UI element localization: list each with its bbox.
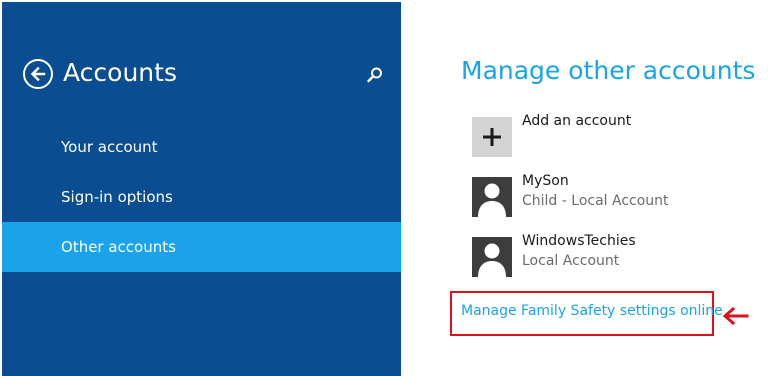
- user-avatar-icon: [472, 237, 512, 277]
- search-button[interactable]: [366, 66, 384, 84]
- sidebar: Accounts Your account Sign-in options Ot…: [2, 2, 401, 376]
- add-account-label: Add an account: [522, 113, 632, 129]
- sidebar-item-your-account[interactable]: Your account: [2, 122, 401, 172]
- search-icon: [367, 67, 382, 83]
- avatar: [472, 237, 512, 277]
- page-title: Manage other accounts: [461, 56, 756, 85]
- account-name: MySon: [522, 173, 569, 189]
- add-account-tile: [472, 117, 512, 157]
- sidebar-item-other-accounts[interactable]: Other accounts: [2, 222, 401, 272]
- back-button[interactable]: [23, 59, 53, 89]
- back-arrow-icon: [30, 66, 46, 82]
- sidebar-item-label: Sign-in options: [61, 188, 173, 206]
- user-avatar-icon: [472, 177, 512, 217]
- sidebar-item-sign-in-options[interactable]: Sign-in options: [2, 172, 401, 222]
- sidebar-item-label: Your account: [61, 138, 158, 156]
- account-type: Child - Local Account: [522, 193, 669, 209]
- sidebar-item-label: Other accounts: [61, 238, 176, 256]
- red-left-arrow-icon: [722, 306, 749, 326]
- plus-icon: [483, 128, 501, 146]
- account-type: Local Account: [522, 253, 620, 269]
- annotation-arrow: [721, 305, 749, 327]
- family-safety-link[interactable]: Manage Family Safety settings online: [461, 303, 723, 319]
- account-name: WindowsTechies: [522, 233, 636, 249]
- avatar: [472, 177, 512, 217]
- sidebar-title: Accounts: [63, 58, 177, 87]
